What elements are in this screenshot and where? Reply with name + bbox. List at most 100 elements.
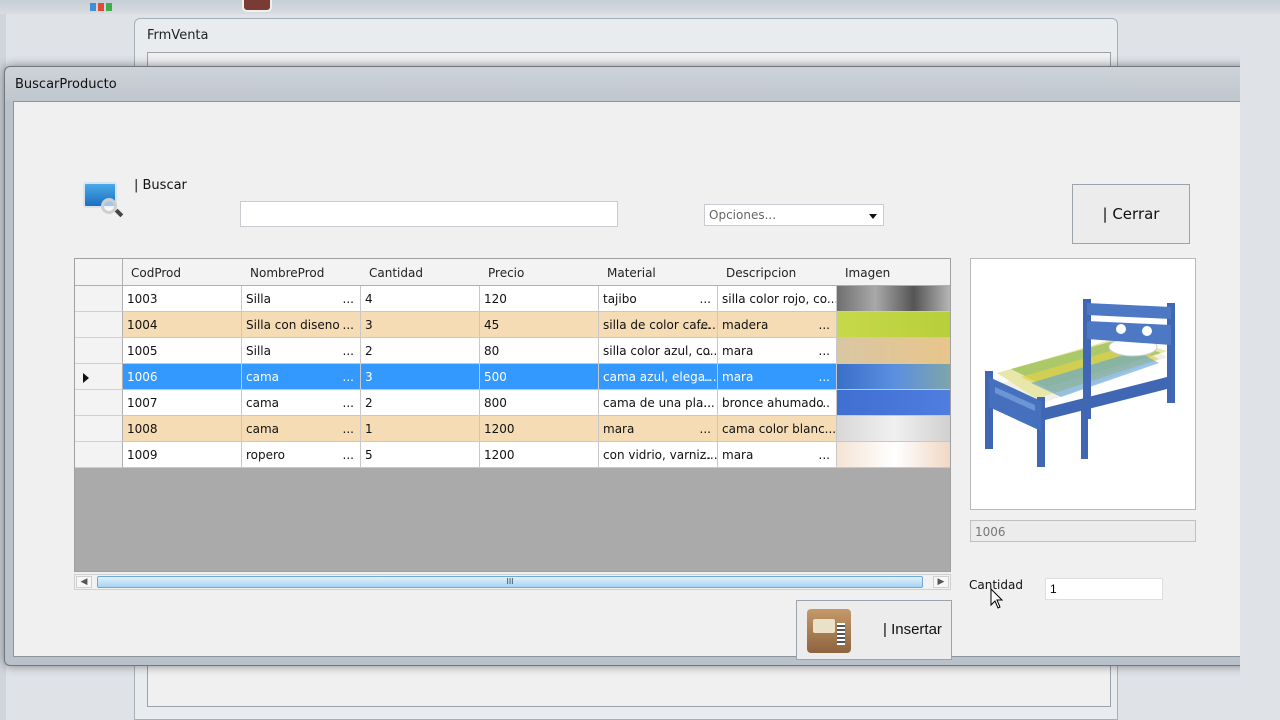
column-header-cantidad[interactable]: Cantidad	[361, 259, 480, 286]
cell-descripcion[interactable]: mara...	[718, 442, 837, 468]
table-row[interactable]: 1007 cama... 2 800 cama de una pla...... bron…	[75, 390, 950, 416]
cell-nombreprod[interactable]: cama...	[242, 390, 361, 416]
insert-button-label: | Insertar	[883, 621, 942, 638]
ellipsis-icon[interactable]: ...	[819, 370, 830, 384]
cell-codprod[interactable]: 1005	[123, 338, 242, 364]
row-header[interactable]	[75, 416, 123, 442]
ellipsis-icon[interactable]: ...	[343, 318, 354, 332]
cell-nombreprod[interactable]: Silla...	[242, 338, 361, 364]
cell-cantidad[interactable]: 4	[361, 286, 480, 312]
cell-nombreprod[interactable]: cama...	[242, 416, 361, 442]
column-header-imagen[interactable]: Imagen	[837, 259, 950, 286]
table-row[interactable]: 1005 Silla... 2 80 silla color azul, co.....…	[75, 338, 950, 364]
app-icon[interactable]	[90, 0, 118, 11]
ellipsis-icon[interactable]: ...	[343, 292, 354, 306]
table-row[interactable]: 1004 Silla con diseno... 3 45 silla de color…	[75, 312, 950, 338]
ellipsis-icon[interactable]: ...	[700, 344, 711, 358]
close-button[interactable]: | Cerrar	[1072, 184, 1190, 244]
scroll-left-icon[interactable]: ◀	[76, 576, 92, 588]
ellipsis-icon[interactable]: ...	[700, 292, 711, 306]
search-input[interactable]	[240, 201, 618, 227]
cell-cantidad[interactable]: 3	[361, 364, 480, 390]
column-header-descripcion[interactable]: Descripcion	[718, 259, 837, 286]
cell-material[interactable]: cama de una pla......	[599, 390, 718, 416]
cell-descripcion[interactable]: bronce ahumado...	[718, 390, 837, 416]
cell-descripcion[interactable]: madera...	[718, 312, 837, 338]
scroll-right-icon[interactable]: ▶	[933, 576, 949, 588]
cell-material[interactable]: tajibo...	[599, 286, 718, 312]
cell-codprod[interactable]: 1008	[123, 416, 242, 442]
cell-nombreprod[interactable]: Silla...	[242, 286, 361, 312]
ellipsis-icon[interactable]: ...	[700, 370, 711, 384]
ellipsis-icon[interactable]: ...	[343, 448, 354, 462]
ellipsis-icon[interactable]: ...	[343, 396, 354, 410]
cell-cantidad[interactable]: 1	[361, 416, 480, 442]
cell-nombreprod[interactable]: cama...	[242, 364, 361, 390]
insert-button[interactable]: | Insertar	[796, 600, 952, 660]
ellipsis-icon[interactable]: ...	[343, 370, 354, 384]
cell-descripcion[interactable]: mara...	[718, 364, 837, 390]
row-header[interactable]	[75, 338, 123, 364]
cell-cantidad[interactable]: 5	[361, 442, 480, 468]
cell-descripcion[interactable]: mara...	[718, 338, 837, 364]
cell-codprod[interactable]: 1006	[123, 364, 242, 390]
cell-descripcion[interactable]: silla color rojo, co...	[718, 286, 837, 312]
ellipsis-icon[interactable]: ...	[819, 448, 830, 462]
cell-precio[interactable]: 1200	[480, 442, 599, 468]
scroll-thumb[interactable]: III	[97, 576, 923, 588]
horizontal-scrollbar[interactable]: ◀ III ▶	[74, 574, 951, 590]
frmventa-title: FrmVenta	[147, 28, 209, 43]
cell-codprod[interactable]: 1009	[123, 442, 242, 468]
table-row[interactable]: 1009 ropero... 5 1200 con vidrio, varniz....…	[75, 442, 950, 468]
cell-precio[interactable]: 1200	[480, 416, 599, 442]
cell-precio[interactable]: 45	[480, 312, 599, 338]
cantidad-input[interactable]	[1045, 578, 1163, 600]
cell-material[interactable]: silla de color cafe......	[599, 312, 718, 338]
cell-precio[interactable]: 500	[480, 364, 599, 390]
cell-material[interactable]: mara...	[599, 416, 718, 442]
ellipsis-icon[interactable]: ...	[700, 448, 711, 462]
cell-material[interactable]: cama azul, elega......	[599, 364, 718, 390]
row-header[interactable]	[75, 390, 123, 416]
cell-cantidad[interactable]: 3	[361, 312, 480, 338]
cell-nombreprod[interactable]: ropero...	[242, 442, 361, 468]
ellipsis-icon[interactable]: ...	[700, 396, 711, 410]
cell-imagen-thumbnail	[837, 338, 950, 364]
ellipsis-icon[interactable]: ...	[819, 396, 830, 410]
products-grid[interactable]: CodProd NombreProd Cantidad Precio Mater…	[74, 258, 951, 572]
row-header[interactable]	[75, 286, 123, 312]
cell-codprod[interactable]: 1004	[123, 312, 242, 338]
cell-precio[interactable]: 80	[480, 338, 599, 364]
ellipsis-icon[interactable]: ...	[700, 318, 711, 332]
ellipsis-icon[interactable]: ...	[700, 422, 711, 436]
row-header[interactable]	[75, 364, 123, 390]
table-row[interactable]: 1008 cama... 1 1200 mara... cama color blanc.…	[75, 416, 950, 442]
cell-descripcion[interactable]: cama color blanc...	[718, 416, 837, 442]
ellipsis-icon[interactable]: ...	[343, 422, 354, 436]
ellipsis-icon[interactable]: ...	[343, 344, 354, 358]
cell-material[interactable]: silla color azul, co......	[599, 338, 718, 364]
column-header-precio[interactable]: Precio	[480, 259, 599, 286]
row-header[interactable]	[75, 442, 123, 468]
package-icon	[807, 609, 851, 653]
cell-nombreprod[interactable]: Silla con diseno...	[242, 312, 361, 338]
column-header-nombreprod[interactable]: NombreProd	[242, 259, 361, 286]
dialog-titlebar[interactable]	[5, 67, 1251, 101]
cell-cantidad[interactable]: 2	[361, 338, 480, 364]
cell-cantidad[interactable]: 2	[361, 390, 480, 416]
ellipsis-icon[interactable]: ...	[819, 318, 830, 332]
table-row[interactable]: 1003 Silla... 4 120 tajibo... silla color roj…	[75, 286, 950, 312]
ellipsis-icon[interactable]: ...	[819, 344, 830, 358]
options-dropdown[interactable]: Opciones...	[704, 204, 884, 226]
cell-codprod[interactable]: 1007	[123, 390, 242, 416]
app-icon-2[interactable]	[242, 0, 272, 12]
column-header-codprod[interactable]: CodProd	[123, 259, 242, 286]
cell-precio[interactable]: 120	[480, 286, 599, 312]
cell-codprod[interactable]: 1003	[123, 286, 242, 312]
table-row[interactable]: 1006 cama... 3 500 cama azul, elega...... mar…	[75, 364, 950, 390]
row-header[interactable]	[75, 312, 123, 338]
cell-material[interactable]: con vidrio, varniz......	[599, 442, 718, 468]
cell-text: 2	[365, 396, 373, 410]
column-header-material[interactable]: Material	[599, 259, 718, 286]
cell-precio[interactable]: 800	[480, 390, 599, 416]
